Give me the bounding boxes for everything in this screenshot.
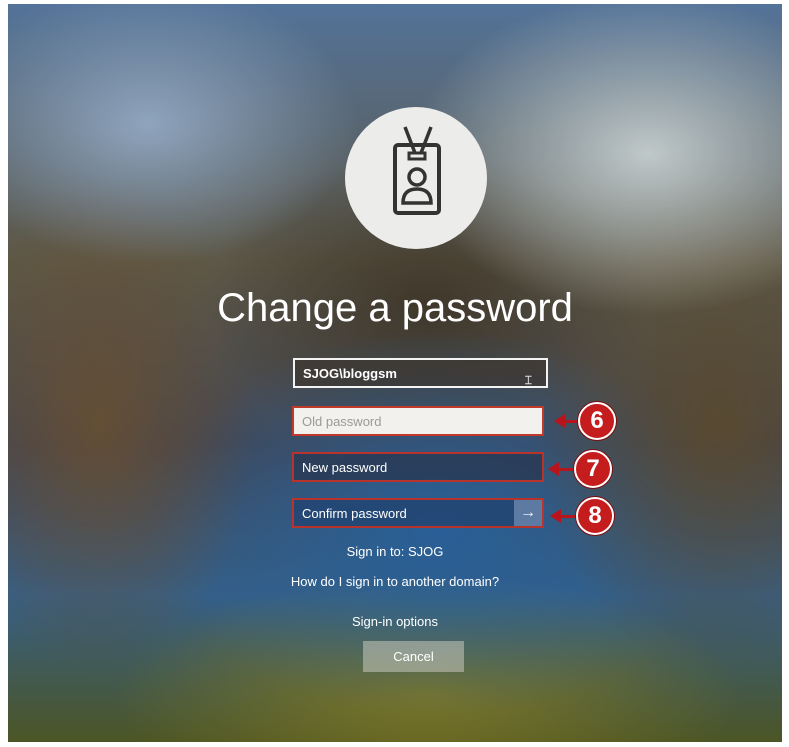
- callout-badge-8: 8: [576, 497, 614, 535]
- username-value: SJOG\bloggsm: [303, 366, 397, 381]
- confirm-password-input[interactable]: Confirm password →: [292, 498, 544, 528]
- confirm-password-placeholder: Confirm password: [302, 506, 407, 521]
- lock-screen: Change a password SJOG\bloggsm ⌶ Old pas…: [8, 4, 782, 742]
- old-password-input[interactable]: Old password: [292, 406, 544, 436]
- other-domain-link[interactable]: How do I sign in to another domain?: [8, 574, 782, 589]
- callout-arrow-head: [550, 509, 561, 523]
- sign-in-to-label: Sign in to: SJOG: [346, 544, 444, 559]
- id-badge-icon: [345, 107, 487, 249]
- old-password-placeholder: Old password: [302, 414, 382, 429]
- cancel-button[interactable]: Cancel: [363, 641, 464, 672]
- new-password-input[interactable]: New password: [292, 452, 544, 482]
- page-title: Change a password: [217, 286, 573, 330]
- callout-arrow-head: [548, 462, 559, 476]
- new-password-placeholder: New password: [302, 460, 388, 475]
- sign-in-options-link[interactable]: Sign-in options: [8, 614, 782, 629]
- callout-arrow-head: [554, 414, 565, 428]
- username-field[interactable]: SJOG\bloggsm ⌶: [293, 358, 548, 388]
- callout-badge-7: 7: [574, 450, 612, 488]
- callout-badge-6: 6: [578, 402, 616, 440]
- i-beam-cursor-icon: ⌶: [524, 373, 532, 387]
- arrow-right-icon[interactable]: →: [514, 500, 542, 526]
